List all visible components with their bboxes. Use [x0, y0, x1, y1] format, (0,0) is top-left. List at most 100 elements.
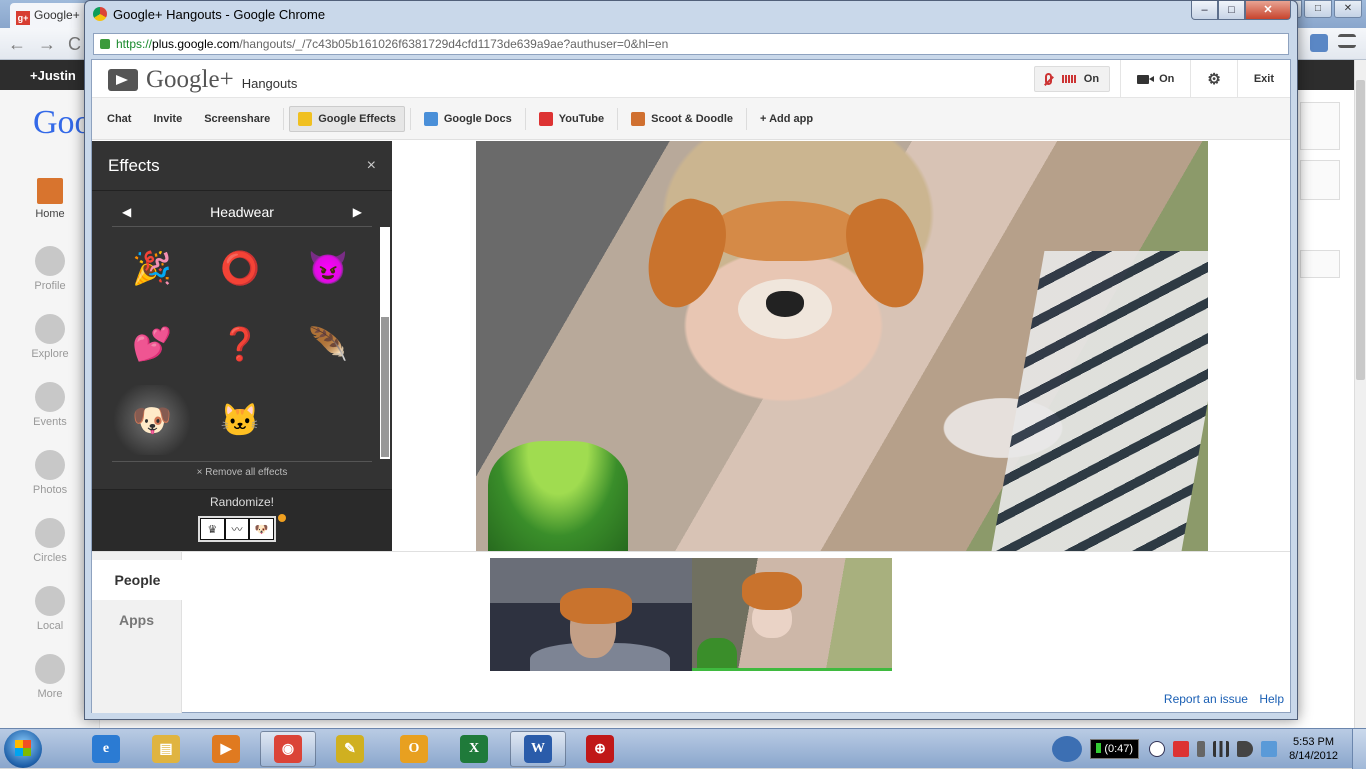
- effect-devil-horns[interactable]: 😈: [290, 233, 366, 303]
- next-category-icon[interactable]: ▶: [353, 205, 362, 219]
- user-link[interactable]: +Justin: [30, 68, 76, 83]
- menu-icon[interactable]: [1338, 34, 1356, 48]
- effect-halo[interactable]: ⭕: [202, 233, 278, 303]
- extension-icon[interactable]: [1310, 34, 1328, 52]
- prev-category-icon[interactable]: ◀: [122, 205, 131, 219]
- close-icon[interactable]: ×: [367, 157, 376, 175]
- video-area: [392, 141, 1290, 551]
- toolbar-item-invite[interactable]: Invite: [145, 106, 190, 132]
- participants-area: People Apps Report an issue Help: [92, 551, 1290, 713]
- camera-toggle[interactable]: On: [1120, 60, 1190, 98]
- background-tab[interactable]: g+ Google+: [10, 3, 90, 28]
- dog-nose-overlay: [766, 291, 804, 317]
- toolbar-item-screenshare[interactable]: Screenshare: [196, 106, 278, 132]
- close-button[interactable]: ✕: [1245, 1, 1291, 20]
- sync-icon[interactable]: [1261, 741, 1278, 757]
- maximize-button[interactable]: □: [1304, 0, 1332, 18]
- toolbar-item-chat[interactable]: Chat: [99, 106, 139, 132]
- exit-button[interactable]: Exit: [1236, 60, 1290, 98]
- toolbar-item-add-app[interactable]: + Add app: [752, 106, 821, 132]
- power-icon[interactable]: [1197, 741, 1206, 757]
- toolbar-item-youtube[interactable]: YouTube: [531, 106, 612, 132]
- participant-thumbnail-active[interactable]: [692, 558, 892, 671]
- taskbar-outlook[interactable]: O: [386, 731, 442, 767]
- effects-panel: Effects × ◀ Headwear ▶ 🎉 ⭕ 😈 💕 ❓ 🪶 🐶 🐱 × Remove…: [92, 141, 392, 551]
- tab-apps[interactable]: Apps: [92, 600, 181, 640]
- help-link[interactable]: Help: [1259, 692, 1284, 706]
- toolbar-item-scoot-doodle[interactable]: Scoot & Doodle: [623, 106, 741, 132]
- widget-box: [1300, 160, 1340, 200]
- show-desktop-button[interactable]: [1352, 729, 1366, 769]
- effect-feather[interactable]: 🪶: [290, 309, 366, 379]
- call-timer[interactable]: (0:47): [1090, 739, 1140, 759]
- toolbar-item-google-effects[interactable]: Google Effects: [289, 105, 405, 132]
- taskbar-word[interactable]: W: [510, 731, 566, 767]
- input-box[interactable]: [1300, 250, 1340, 278]
- profile-icon: [35, 246, 65, 276]
- compass-icon: [35, 314, 65, 344]
- hangout-header: Google+ Hangouts On On ⚙ Exit: [92, 60, 1290, 98]
- minimize-button[interactable]: –: [1191, 1, 1218, 20]
- taskbar-other[interactable]: ⊕: [572, 731, 628, 767]
- settings-button[interactable]: ⚙: [1190, 60, 1236, 98]
- report-issue-link[interactable]: Report an issue: [1164, 692, 1248, 706]
- effect-dog-ears[interactable]: 🐶: [114, 385, 190, 455]
- hangout-app: Google+ Hangouts On On ⚙ Exit Chat Invite…: [91, 59, 1291, 713]
- effect-party-hat[interactable]: 🎉: [114, 233, 190, 303]
- microphone-toggle[interactable]: On: [1033, 66, 1111, 92]
- info-icon[interactable]: [1149, 741, 1166, 757]
- google-logo[interactable]: Goo: [33, 104, 92, 142]
- slot-lever[interactable]: [278, 514, 286, 522]
- question-mustache-icon: ❓: [220, 326, 260, 362]
- taskbar-internet-explorer[interactable]: e: [78, 731, 134, 767]
- category-selector: ◀ Headwear ▶: [112, 197, 372, 227]
- flag-icon[interactable]: [1173, 741, 1190, 757]
- effects-scrollbar[interactable]: [380, 227, 390, 459]
- page-scrollbar[interactable]: [1354, 60, 1366, 728]
- internet-explorer-icon: e: [92, 735, 120, 763]
- mustache-slot: 〰: [225, 519, 249, 539]
- media-player-icon: ▶: [212, 735, 240, 763]
- camera-icon: [35, 450, 65, 480]
- signal-icon[interactable]: [1213, 741, 1230, 757]
- participant-thumbnail[interactable]: [490, 558, 692, 671]
- back-icon[interactable]: ←: [8, 34, 38, 54]
- outlook-icon: O: [400, 735, 428, 763]
- remove-all-effects-link[interactable]: × Remove all effects: [112, 461, 372, 478]
- taskbar-excel[interactable]: X: [446, 731, 502, 767]
- close-button[interactable]: ✕: [1334, 0, 1362, 18]
- toolbar-item-google-docs[interactable]: Google Docs: [416, 106, 520, 132]
- gear-icon: ⚙: [1207, 71, 1221, 88]
- start-button[interactable]: [4, 730, 42, 768]
- call-controls: On On ⚙ Exit: [1024, 60, 1290, 98]
- lock-icon: [100, 39, 110, 49]
- right-column: [1296, 90, 1356, 728]
- tab-people[interactable]: People: [92, 560, 183, 600]
- forward-icon[interactable]: →: [38, 34, 68, 54]
- maximize-button[interactable]: □: [1218, 1, 1245, 20]
- randomize-section: Randomize! ♛ 〰 🐶: [92, 489, 392, 551]
- toolbar-separator: [746, 107, 748, 130]
- taskbar-file-explorer[interactable]: ▤: [138, 731, 194, 767]
- scrollbar-thumb[interactable]: [381, 317, 389, 457]
- windows-logo-icon: [15, 740, 31, 756]
- footer-links: Report an issue Help: [1156, 692, 1284, 706]
- other-icon: ⊕: [586, 735, 614, 763]
- randomize-slot-machine[interactable]: ♛ 〰 🐶: [198, 516, 276, 542]
- chrome-icon: ◉: [274, 735, 302, 763]
- taskbar-norton[interactable]: ✎: [322, 731, 378, 767]
- taskbar-media-player[interactable]: ▶: [198, 731, 254, 767]
- effect-cat-mask[interactable]: 🐱: [202, 385, 278, 455]
- devil-horns-icon: 😈: [308, 250, 348, 286]
- taskbar-chrome[interactable]: ◉: [260, 731, 316, 767]
- app-icon: [423, 111, 438, 126]
- effect-hearts[interactable]: 💕: [114, 309, 190, 379]
- hangouts-popup-window: Google+ Hangouts - Google Chrome – □ ✕ h…: [84, 0, 1298, 720]
- clock[interactable]: 5:53 PM 8/14/2012: [1289, 735, 1338, 763]
- effect-question-mustache[interactable]: ❓: [202, 309, 278, 379]
- address-bar[interactable]: https://plus.google.com/hangouts/_/7c43b…: [93, 33, 1289, 55]
- volume-icon[interactable]: [1237, 741, 1254, 757]
- toolbar-separator: [283, 107, 285, 130]
- network-app-icon[interactable]: [1052, 736, 1083, 762]
- scrollbar-thumb[interactable]: [1356, 80, 1365, 380]
